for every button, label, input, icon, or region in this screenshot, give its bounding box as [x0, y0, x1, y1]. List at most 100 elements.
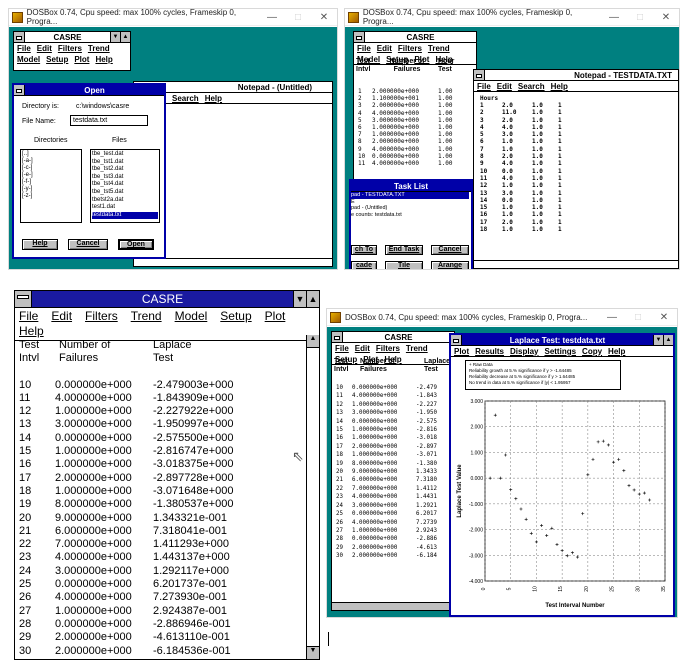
menu-plot[interactable]: Plot [265, 309, 286, 323]
file-item[interactable]: tbe_tst1.dat [92, 159, 158, 167]
menu-filters[interactable]: Filters [376, 344, 400, 353]
menu-file[interactable]: File [477, 82, 491, 91]
task-list[interactable]: pad - TESTDATA.TXT Epad - (Untitled) e cou… [351, 192, 469, 230]
menu-copy[interactable]: Copy [582, 347, 602, 356]
system-menu-icon[interactable] [332, 332, 343, 342]
minimize-arrow-icon[interactable]: ▼ [293, 291, 306, 307]
menu-search[interactable]: Search [172, 94, 199, 103]
end-task-button[interactable]: End Task [385, 245, 423, 255]
minimize-arrow-icon[interactable]: ▼ [653, 335, 663, 345]
menu-edit[interactable]: Edit [497, 82, 512, 91]
hscrollbar[interactable] [134, 258, 332, 266]
menu-filters[interactable]: Filters [398, 44, 422, 53]
minimize-button[interactable]: — [599, 312, 625, 323]
menu-filters[interactable]: Filters [58, 44, 82, 53]
file-item[interactable]: tbetst2a.dat [92, 197, 158, 205]
menu-search[interactable]: Search [518, 82, 545, 91]
file-item[interactable]: tbe_tst2.dat [92, 166, 158, 174]
maximize-button[interactable]: □ [625, 312, 651, 323]
cancel-button[interactable]: Cancel [68, 239, 108, 250]
menu-display[interactable]: Display [510, 347, 538, 356]
menu-help[interactable]: Help [205, 94, 222, 103]
menu-results[interactable]: Results [475, 347, 504, 356]
file-item[interactable]: tbe_tst3.dat [92, 174, 158, 182]
close-button[interactable]: ✕ [653, 12, 679, 23]
menu-setup[interactable]: Setup [46, 55, 68, 64]
file-item[interactable]: test1.dat [92, 204, 158, 212]
help-button[interactable]: Help [22, 239, 58, 250]
open-button[interactable]: Open [118, 239, 154, 250]
system-menu-icon[interactable] [14, 32, 25, 42]
dosbox-titlebar[interactable]: DOSBox 0.74, Cpu speed: max 100% cycles,… [9, 9, 337, 26]
maximize-arrow-icon[interactable]: ▲ [663, 335, 673, 345]
directory-item[interactable]: [-e-] [22, 172, 80, 179]
maximize-arrow-icon[interactable]: ▲ [306, 291, 319, 307]
cascade-button[interactable]: cade [351, 261, 377, 269]
menu-trend[interactable]: Trend [88, 44, 110, 53]
menu-file[interactable]: File [17, 44, 31, 53]
menu-plot[interactable]: Plot [454, 347, 469, 356]
files-list[interactable]: tbe_test.dat tbe_tst1.dat tbe_tst2.dat tbe_… [90, 149, 160, 223]
arrange-icons-button[interactable]: Arange Icons [431, 261, 469, 269]
menu-trend[interactable]: Trend [131, 309, 162, 323]
close-button[interactable]: ✕ [651, 312, 677, 323]
menu-trend[interactable]: Trend [428, 44, 450, 53]
menu-model[interactable]: Model [175, 309, 208, 323]
menu-help[interactable]: Help [608, 347, 625, 356]
close-button[interactable]: ✕ [311, 12, 337, 23]
menu-edit[interactable]: Edit [37, 44, 52, 53]
system-menu-icon[interactable] [474, 70, 485, 80]
directory-item[interactable]: [-z-] [22, 193, 80, 200]
menu-help[interactable]: Help [95, 55, 112, 64]
dosbox-titlebar[interactable]: DOSBox 0.74, Cpu speed: max 100% cycles,… [327, 309, 677, 326]
notepad-text[interactable]: 1 2.0 1.0 1 2 11.0 1.0 1 3 2.0 1.0 1 4 4.0 1.0 1 5 3.0 1.0… [480, 102, 568, 233]
file-item[interactable]: tbe_test.dat [92, 151, 158, 159]
menu-settings[interactable]: Settings [544, 347, 576, 356]
directory-item[interactable]: [-c-] [22, 165, 80, 172]
minimize-button[interactable]: — [601, 12, 627, 23]
maximize-arrow-icon[interactable]: ▲ [120, 32, 130, 42]
dosbox-titlebar[interactable]: DOSBox 0.74, Cpu speed: max 100% cycles,… [345, 9, 679, 26]
directory-item[interactable]: [-y-] [22, 186, 80, 193]
directory-item[interactable]: [-a-] [22, 158, 80, 165]
file-item[interactable]: tbe_tst4.dat [92, 181, 158, 189]
tile-button[interactable]: Tile [385, 261, 423, 269]
menu-setup[interactable]: Setup [220, 309, 251, 323]
menu-model[interactable]: Model [17, 55, 40, 64]
menu-plot[interactable]: Plot [74, 55, 89, 64]
menu-filters[interactable]: Filters [85, 309, 118, 323]
menu-edit[interactable]: Edit [355, 344, 370, 353]
minimize-button[interactable]: — [259, 12, 285, 23]
system-menu-icon[interactable] [14, 85, 25, 95]
maximize-button[interactable]: □ [627, 12, 653, 23]
scroll-down-icon[interactable]: ▼ [307, 646, 319, 659]
menu-help[interactable]: Help [551, 82, 568, 91]
menu-file[interactable]: File [19, 309, 38, 323]
vertical-scrollbar[interactable]: ▲ ▼ [306, 335, 319, 659]
hscrollbar[interactable] [332, 602, 454, 610]
cancel-button[interactable]: Cancel [431, 245, 469, 255]
task-item[interactable]: e counts: testdata.txt [351, 212, 469, 219]
switch-to-button[interactable]: ch To [351, 245, 377, 255]
menu-help[interactable]: Help [19, 324, 44, 338]
system-menu-icon[interactable] [15, 291, 32, 307]
menu-file[interactable]: File [357, 44, 371, 53]
file-item[interactable]: testdata.txt [92, 211, 158, 220]
filename-input[interactable]: testdata.txt [70, 115, 148, 126]
directories-list[interactable]: [..] [-a-] [-c-] [-e-] [-f-] [-y-] [-z-] [20, 149, 82, 223]
menu-trend[interactable]: Trend [406, 344, 428, 353]
scroll-up-icon[interactable]: ▲ [307, 335, 319, 348]
directory-item[interactable]: [..] [22, 151, 80, 158]
maximize-button[interactable]: □ [285, 12, 311, 23]
system-menu-icon[interactable] [354, 32, 365, 42]
minimize-arrow-icon[interactable]: ▼ [110, 32, 120, 42]
menu-edit[interactable]: Edit [51, 309, 72, 323]
directory-item[interactable]: [-f-] [22, 179, 80, 186]
system-menu-icon[interactable] [451, 335, 462, 345]
hscrollbar[interactable] [474, 260, 678, 268]
menu-edit[interactable]: Edit [377, 44, 392, 53]
table-row: 28 0.000000e+000 -2.886946e-001 [19, 618, 305, 631]
file-item[interactable]: tbe_tst5.dat [92, 189, 158, 197]
table-cell: 1.00 [438, 152, 453, 160]
menu-file[interactable]: File [335, 344, 349, 353]
